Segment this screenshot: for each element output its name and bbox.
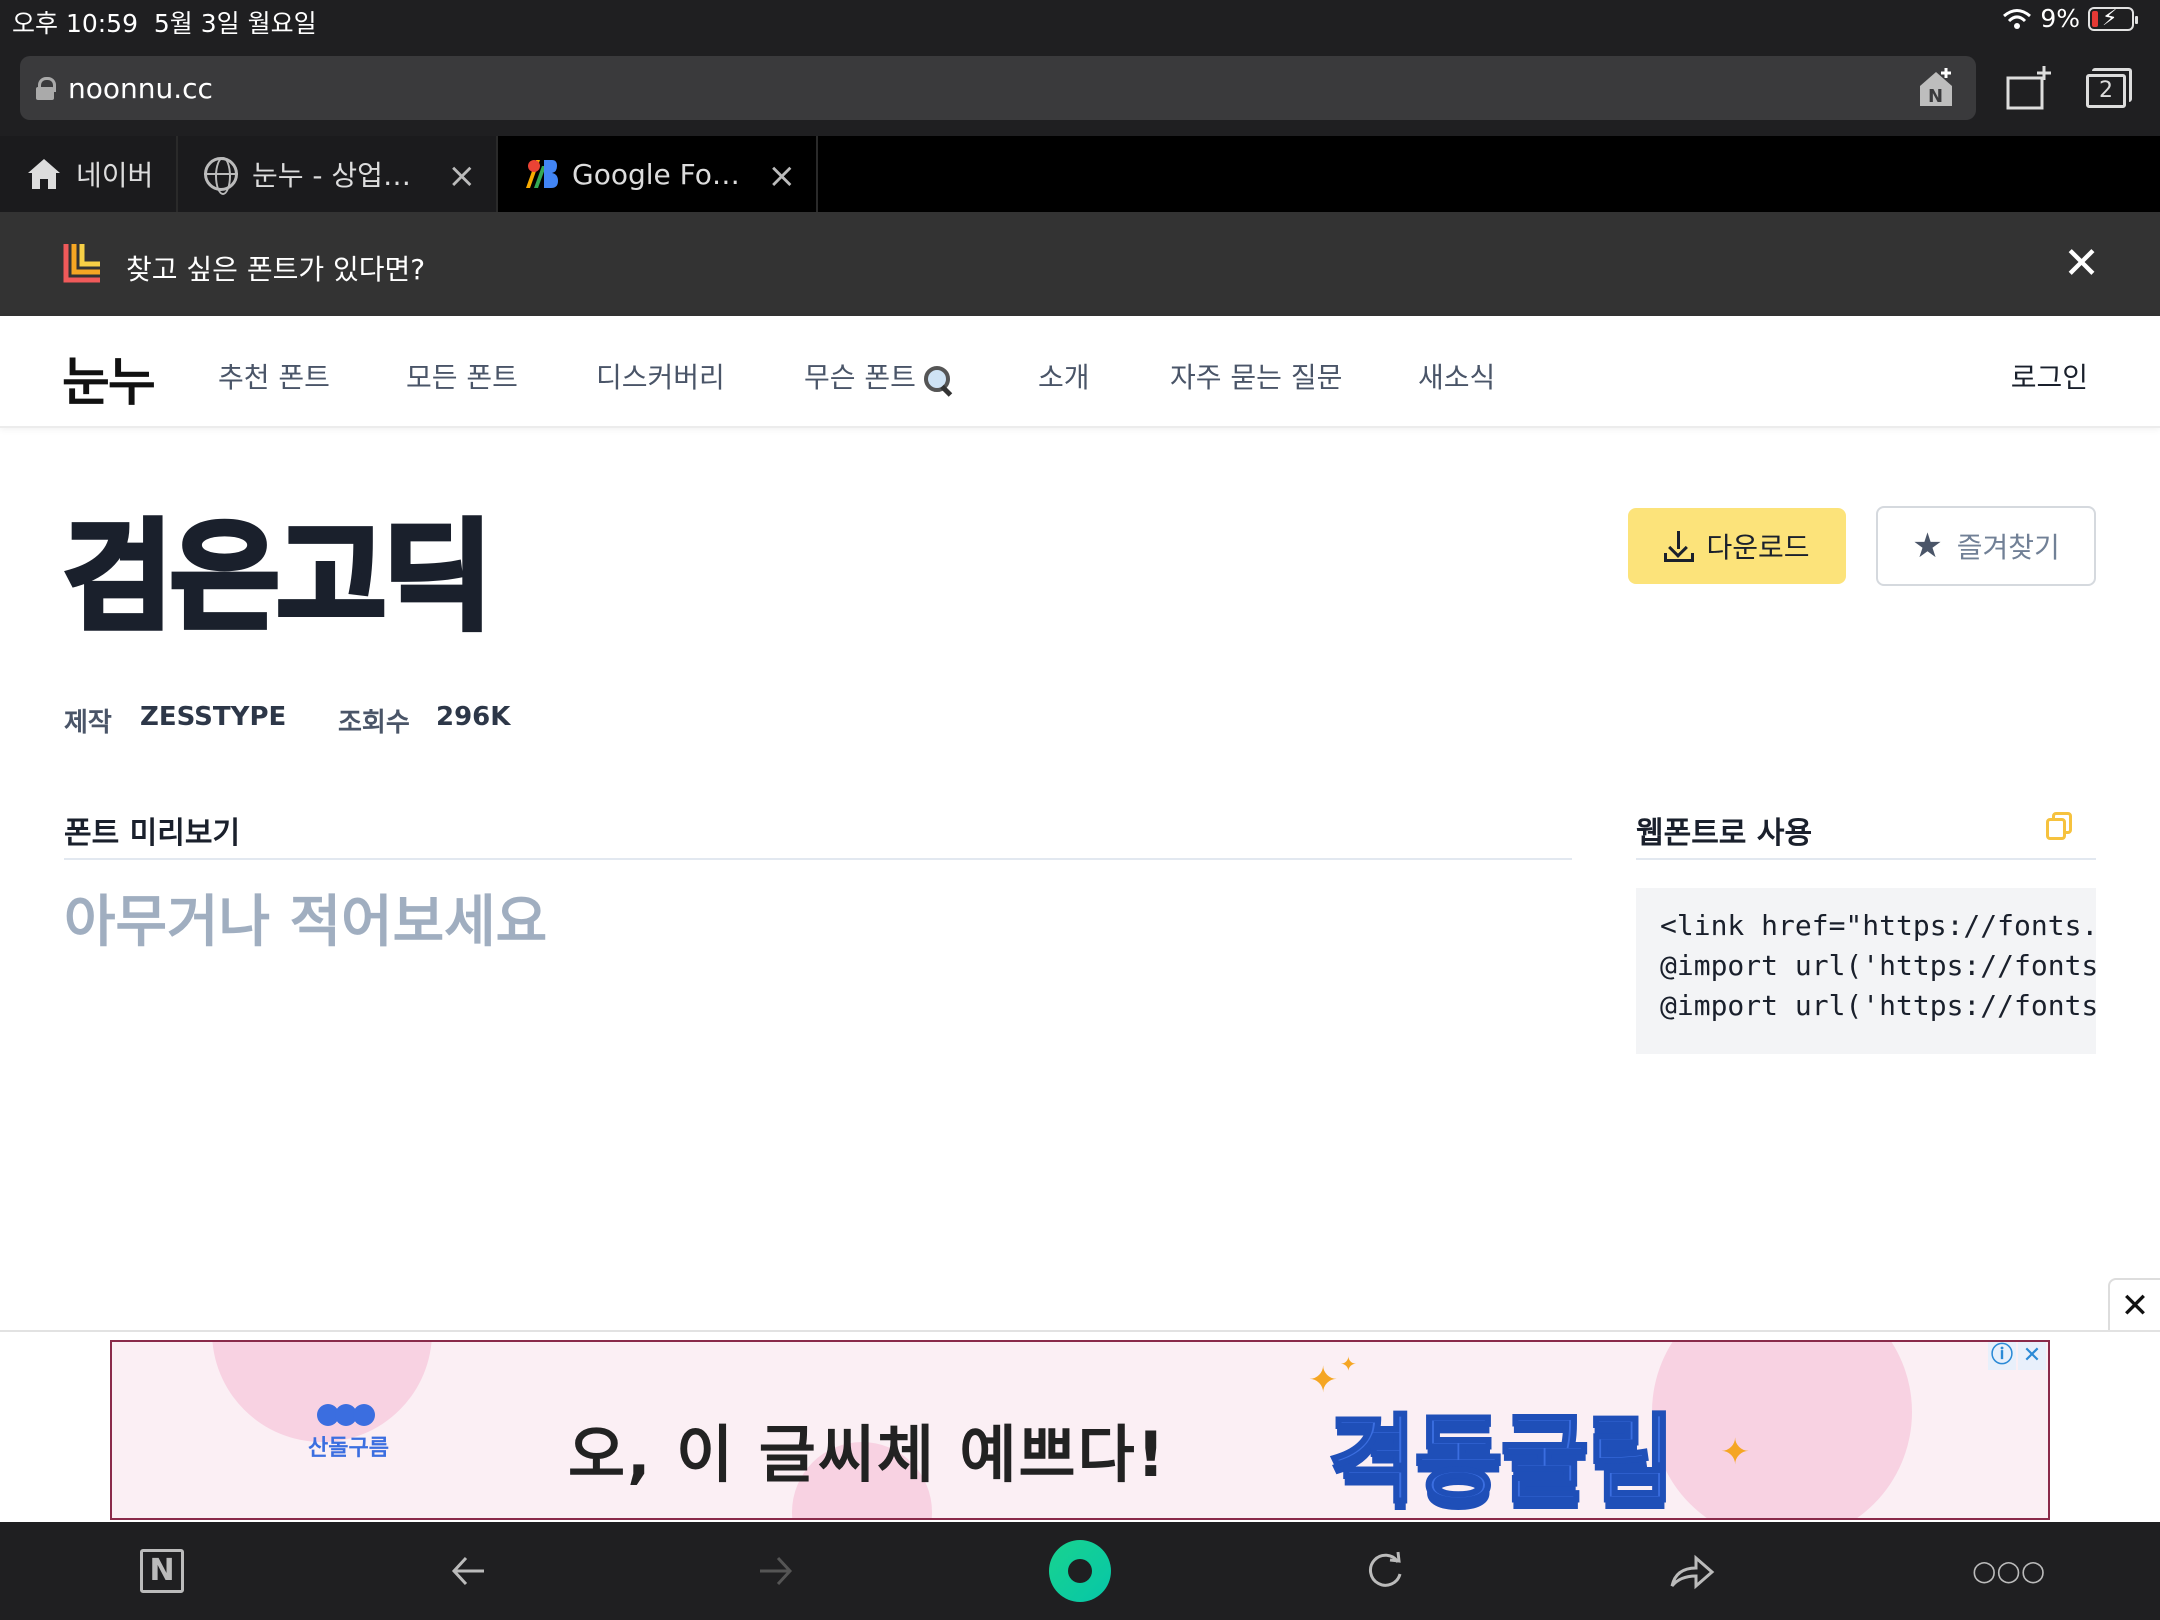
- ad-banner[interactable]: 산돌구름 오, 이 글씨체 예쁘다! ✦ ✦ ✦ 격동굴림: [110, 1340, 2050, 1520]
- code-line: @import url('https://fonts: [1660, 989, 2096, 1022]
- favorite-label: 즐겨찾기: [1956, 531, 2060, 564]
- battery-percent: 9%: [2040, 4, 2080, 33]
- download-button[interactable]: 다운로드: [1628, 508, 1846, 584]
- ad-logo: 산돌구름: [308, 1404, 389, 1462]
- notice-banner: 찾고 싶은 폰트가 있다면? ✕: [0, 212, 2160, 316]
- maker-label: 제작: [64, 708, 112, 738]
- forward-arrow-icon[interactable]: [750, 1546, 800, 1596]
- download-icon: [1664, 531, 1695, 562]
- notice-text: 찾고 싶은 폰트가 있다면?: [126, 253, 426, 286]
- copy-icon[interactable]: [2044, 812, 2074, 842]
- address-bar[interactable]: noonnu.cc N: [20, 56, 1976, 120]
- ad-logo-text: 산돌구름: [308, 1436, 389, 1461]
- close-tab-icon[interactable]: ×: [448, 156, 477, 196]
- status-bar: 오후 10:59 5월 3일 월요일 9% ⚡: [0, 0, 2160, 40]
- ad-brand-text: 격동굴림: [1326, 1403, 1676, 1518]
- magnifier-icon: [922, 364, 952, 394]
- nav-discovery[interactable]: 디스커버리: [596, 356, 725, 396]
- add-to-home-icon[interactable]: N: [1916, 66, 1956, 108]
- info-icon[interactable]: ⓘ: [1988, 1342, 2016, 1370]
- webfont-code-block[interactable]: <link href="https://fonts. @import url('…: [1636, 888, 2096, 1054]
- browser-bottom-bar: N ○○○: [0, 1522, 2160, 1620]
- status-indicators: 9% ⚡: [2002, 4, 2138, 33]
- tab-google-fonts[interactable]: Google Fo… ×: [498, 136, 818, 212]
- code-line: <link href="https://fonts.: [1660, 909, 2096, 942]
- nav-what-font-label: 무슨 폰트: [804, 361, 916, 394]
- code-line: @import url('https://fonts: [1660, 949, 2096, 982]
- wifi-icon: [2003, 8, 2032, 29]
- maker-value[interactable]: ZESSTYPE: [140, 702, 286, 732]
- cloud-icon: [308, 1404, 389, 1426]
- sparkle-icon: ✦: [1720, 1432, 1751, 1473]
- ad-headline: 오, 이 글씨체 예쁘다!: [568, 1418, 1167, 1491]
- star-icon: ★: [1912, 526, 1943, 566]
- close-icon[interactable]: ✕: [2063, 238, 2100, 289]
- login-link[interactable]: 로그인: [2011, 356, 2088, 396]
- site-logo[interactable]: 눈누: [62, 340, 156, 415]
- views-value: 296K: [436, 702, 511, 732]
- lock-icon: [36, 77, 56, 100]
- tab-count: 2: [2086, 74, 2126, 108]
- divider: [1636, 858, 2096, 860]
- sparkle-icon: ✦: [1340, 1352, 1357, 1376]
- tab-naver[interactable]: 네이버: [0, 136, 178, 212]
- nav-news[interactable]: 새소식: [1418, 356, 1495, 396]
- status-time: 오후 10:59 5월 3일 월요일: [12, 9, 317, 38]
- nav-about[interactable]: 소개: [1038, 356, 1090, 396]
- tab-label: Google Fo…: [572, 157, 740, 191]
- ad-dismiss-icon[interactable]: ✕: [2018, 1342, 2046, 1370]
- naver-n-icon[interactable]: N: [140, 1549, 184, 1593]
- back-arrow-icon[interactable]: [444, 1546, 494, 1596]
- nav-faq[interactable]: 자주 묻는 질문: [1170, 356, 1342, 396]
- browser-toolbar: noonnu.cc N 2: [0, 40, 2160, 136]
- new-tab-icon[interactable]: [2006, 66, 2052, 112]
- globe-icon: [204, 157, 238, 195]
- nav-all-fonts[interactable]: 모든 폰트: [406, 356, 518, 396]
- share-icon[interactable]: [1666, 1546, 1716, 1596]
- ad-choices[interactable]: ⓘ ✕: [1988, 1342, 2048, 1370]
- svg-text:N: N: [1928, 86, 1943, 107]
- tab-label: 눈누 - 상업…: [252, 159, 411, 192]
- battery-icon: ⚡: [2088, 6, 2138, 31]
- home-icon: [28, 159, 60, 189]
- favorite-button[interactable]: ★ 즐겨찾기: [1876, 506, 2096, 586]
- nav-recommended-fonts[interactable]: 추천 폰트: [218, 356, 330, 396]
- site-header: 눈누 추천 폰트 모든 폰트 디스커버리 무슨 폰트 소개 자주 묻는 질문 새…: [0, 316, 2160, 428]
- more-icon[interactable]: ○○○: [1972, 1546, 2045, 1596]
- google-fonts-icon: [526, 160, 558, 188]
- tab-label: 네이버: [76, 159, 154, 192]
- reload-icon[interactable]: [1360, 1546, 1410, 1596]
- tab-switcher-button[interactable]: 2: [2086, 66, 2132, 112]
- noonnu-logo-icon: [63, 244, 100, 283]
- url-text: noonnu.cc: [68, 71, 213, 105]
- tab-strip: 네이버 눈누 - 상업… × Google Fo… ×: [0, 136, 2160, 212]
- preview-input[interactable]: [64, 890, 1564, 955]
- tab-noonnu[interactable]: 눈누 - 상업… ×: [178, 136, 498, 212]
- decorative-blob: [1652, 1342, 1912, 1518]
- preview-section-title: 폰트 미리보기: [64, 816, 241, 851]
- divider: [64, 858, 1572, 860]
- nav-what-font[interactable]: 무슨 폰트: [804, 356, 952, 396]
- webfont-section-title: 웹폰트로 사용: [1636, 816, 1813, 851]
- ad-close-button[interactable]: ✕: [2108, 1278, 2160, 1332]
- font-title: 검은고딕: [61, 508, 495, 646]
- download-label: 다운로드: [1706, 531, 1810, 564]
- green-dot-icon[interactable]: [1049, 1540, 1111, 1602]
- views-label: 조회수: [338, 708, 410, 738]
- close-tab-icon[interactable]: ×: [768, 156, 797, 196]
